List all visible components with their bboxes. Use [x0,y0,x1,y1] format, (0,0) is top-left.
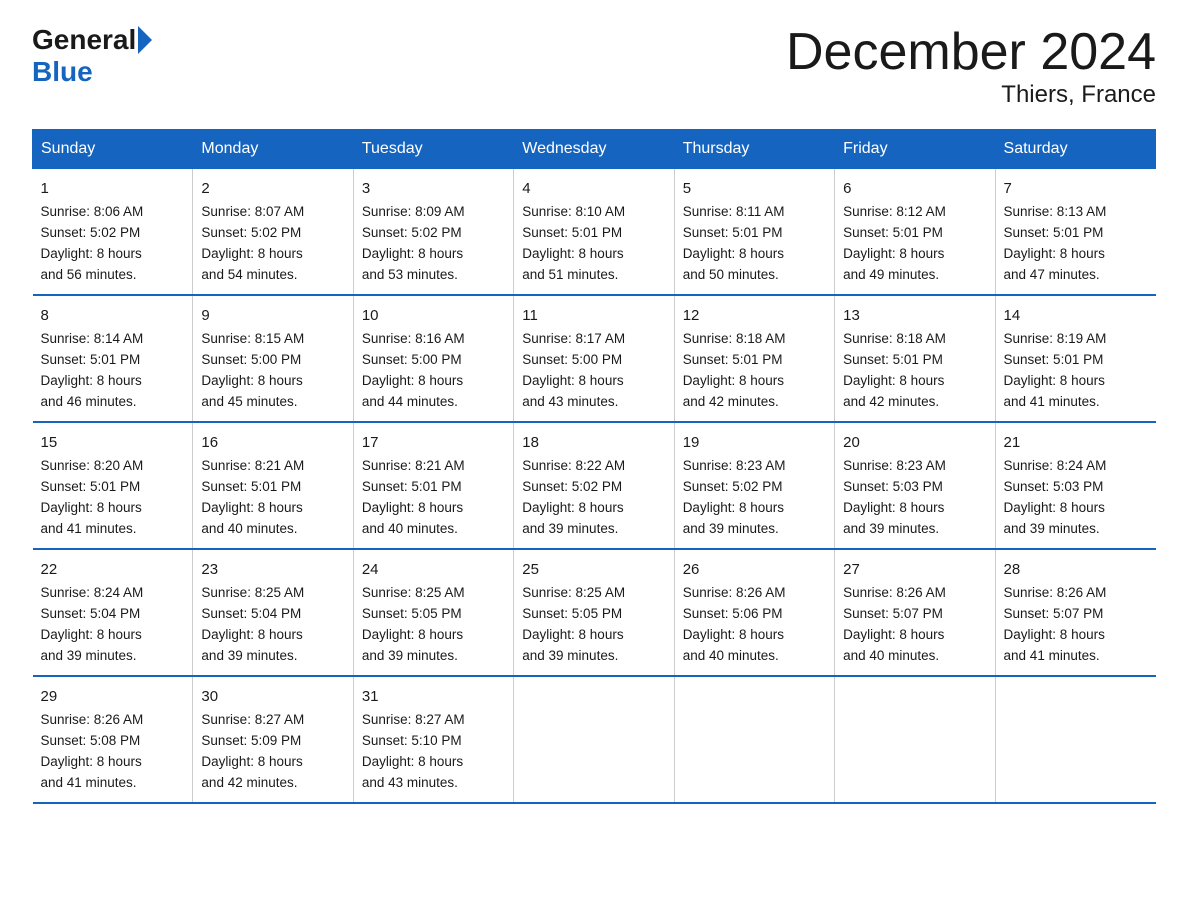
calendar-day-cell: 28Sunrise: 8:26 AMSunset: 5:07 PMDayligh… [995,549,1155,676]
day-number: 14 [1004,304,1148,327]
day-number: 10 [362,304,505,327]
calendar-day-cell: 12Sunrise: 8:18 AMSunset: 5:01 PMDayligh… [674,295,834,422]
day-number: 31 [362,685,505,708]
calendar-day-cell: 24Sunrise: 8:25 AMSunset: 5:05 PMDayligh… [353,549,513,676]
page-header: General Blue December 2024 Thiers, Franc… [32,24,1156,109]
calendar-day-cell: 25Sunrise: 8:25 AMSunset: 5:05 PMDayligh… [514,549,674,676]
page-title: December 2024 [786,24,1156,81]
calendar-day-cell: 22Sunrise: 8:24 AMSunset: 5:04 PMDayligh… [33,549,193,676]
day-number: 20 [843,431,986,454]
logo-arrow-icon [138,26,152,54]
calendar-day-cell: 30Sunrise: 8:27 AMSunset: 5:09 PMDayligh… [193,676,353,803]
calendar-week-row: 29Sunrise: 8:26 AMSunset: 5:08 PMDayligh… [33,676,1156,803]
calendar-day-cell: 14Sunrise: 8:19 AMSunset: 5:01 PMDayligh… [995,295,1155,422]
day-number: 23 [201,558,344,581]
day-number: 7 [1004,177,1148,200]
calendar-day-cell: 9Sunrise: 8:15 AMSunset: 5:00 PMDaylight… [193,295,353,422]
calendar-header-row: SundayMondayTuesdayWednesdayThursdayFrid… [33,130,1156,169]
logo-general-text: General [32,24,136,56]
day-number: 4 [522,177,665,200]
day-number: 13 [843,304,986,327]
header-friday: Friday [835,130,995,169]
logo-blue-text: Blue [32,56,93,88]
calendar-day-cell: 3Sunrise: 8:09 AMSunset: 5:02 PMDaylight… [353,169,513,295]
calendar-day-cell [995,676,1155,803]
day-number: 1 [41,177,185,200]
calendar-week-row: 15Sunrise: 8:20 AMSunset: 5:01 PMDayligh… [33,422,1156,549]
day-number: 30 [201,685,344,708]
day-number: 27 [843,558,986,581]
logo: General Blue [32,24,154,88]
calendar-day-cell: 6Sunrise: 8:12 AMSunset: 5:01 PMDaylight… [835,169,995,295]
calendar-day-cell: 8Sunrise: 8:14 AMSunset: 5:01 PMDaylight… [33,295,193,422]
calendar-day-cell: 1Sunrise: 8:06 AMSunset: 5:02 PMDaylight… [33,169,193,295]
day-number: 19 [683,431,826,454]
calendar-day-cell: 23Sunrise: 8:25 AMSunset: 5:04 PMDayligh… [193,549,353,676]
day-number: 3 [362,177,505,200]
calendar-day-cell: 2Sunrise: 8:07 AMSunset: 5:02 PMDaylight… [193,169,353,295]
day-number: 17 [362,431,505,454]
day-number: 18 [522,431,665,454]
calendar-day-cell: 5Sunrise: 8:11 AMSunset: 5:01 PMDaylight… [674,169,834,295]
calendar-day-cell: 11Sunrise: 8:17 AMSunset: 5:00 PMDayligh… [514,295,674,422]
header-wednesday: Wednesday [514,130,674,169]
calendar-table: SundayMondayTuesdayWednesdayThursdayFrid… [32,129,1156,804]
day-number: 9 [201,304,344,327]
day-number: 21 [1004,431,1148,454]
calendar-day-cell: 10Sunrise: 8:16 AMSunset: 5:00 PMDayligh… [353,295,513,422]
calendar-day-cell: 20Sunrise: 8:23 AMSunset: 5:03 PMDayligh… [835,422,995,549]
day-number: 22 [41,558,185,581]
calendar-week-row: 8Sunrise: 8:14 AMSunset: 5:01 PMDaylight… [33,295,1156,422]
calendar-day-cell: 31Sunrise: 8:27 AMSunset: 5:10 PMDayligh… [353,676,513,803]
day-number: 6 [843,177,986,200]
calendar-day-cell: 4Sunrise: 8:10 AMSunset: 5:01 PMDaylight… [514,169,674,295]
day-number: 2 [201,177,344,200]
calendar-week-row: 1Sunrise: 8:06 AMSunset: 5:02 PMDaylight… [33,169,1156,295]
title-block: December 2024 Thiers, France [786,24,1156,109]
calendar-day-cell: 13Sunrise: 8:18 AMSunset: 5:01 PMDayligh… [835,295,995,422]
page-subtitle: Thiers, France [786,81,1156,109]
day-number: 26 [683,558,826,581]
day-number: 24 [362,558,505,581]
header-monday: Monday [193,130,353,169]
calendar-day-cell: 7Sunrise: 8:13 AMSunset: 5:01 PMDaylight… [995,169,1155,295]
calendar-day-cell: 19Sunrise: 8:23 AMSunset: 5:02 PMDayligh… [674,422,834,549]
calendar-day-cell: 21Sunrise: 8:24 AMSunset: 5:03 PMDayligh… [995,422,1155,549]
day-number: 25 [522,558,665,581]
day-number: 12 [683,304,826,327]
calendar-day-cell: 16Sunrise: 8:21 AMSunset: 5:01 PMDayligh… [193,422,353,549]
calendar-day-cell [835,676,995,803]
calendar-week-row: 22Sunrise: 8:24 AMSunset: 5:04 PMDayligh… [33,549,1156,676]
calendar-day-cell [674,676,834,803]
day-number: 28 [1004,558,1148,581]
header-tuesday: Tuesday [353,130,513,169]
day-number: 16 [201,431,344,454]
calendar-day-cell: 15Sunrise: 8:20 AMSunset: 5:01 PMDayligh… [33,422,193,549]
calendar-day-cell [514,676,674,803]
header-saturday: Saturday [995,130,1155,169]
day-number: 8 [41,304,185,327]
day-number: 15 [41,431,185,454]
calendar-day-cell: 18Sunrise: 8:22 AMSunset: 5:02 PMDayligh… [514,422,674,549]
day-number: 11 [522,304,665,327]
calendar-day-cell: 17Sunrise: 8:21 AMSunset: 5:01 PMDayligh… [353,422,513,549]
calendar-day-cell: 26Sunrise: 8:26 AMSunset: 5:06 PMDayligh… [674,549,834,676]
header-thursday: Thursday [674,130,834,169]
calendar-day-cell: 29Sunrise: 8:26 AMSunset: 5:08 PMDayligh… [33,676,193,803]
day-number: 5 [683,177,826,200]
header-sunday: Sunday [33,130,193,169]
calendar-day-cell: 27Sunrise: 8:26 AMSunset: 5:07 PMDayligh… [835,549,995,676]
day-number: 29 [41,685,185,708]
